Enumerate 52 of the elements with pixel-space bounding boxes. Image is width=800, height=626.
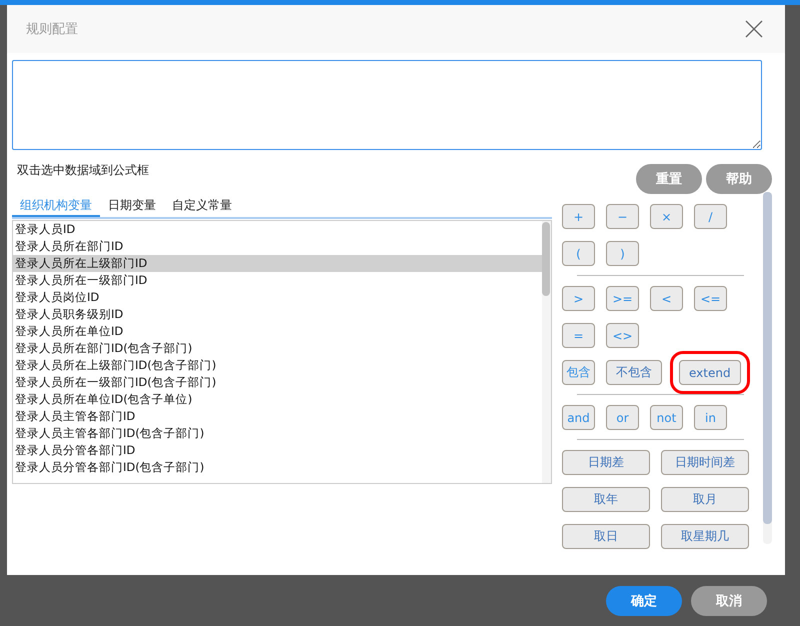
operator-button[interactable]: 日期差: [562, 450, 650, 475]
operator-button[interactable]: 取日: [562, 524, 650, 549]
scrollbar-thumb[interactable]: [542, 222, 550, 296]
list-item[interactable]: 登录人员所在上级部门ID: [13, 255, 542, 272]
list-item[interactable]: 登录人员所在单位ID(包含子单位): [13, 391, 542, 408]
list-item[interactable]: 登录人员所在一级部门ID(包含子部门): [13, 374, 542, 391]
operator-button[interactable]: <>: [606, 323, 639, 348]
list-item[interactable]: 登录人员分管各部门ID: [13, 442, 542, 459]
list-item[interactable]: 登录人员岗位ID: [13, 289, 542, 306]
list-item[interactable]: 登录人员所在一级部门ID: [13, 272, 542, 289]
tab[interactable]: 日期变量: [100, 196, 164, 217]
list-item[interactable]: 登录人员主管各部门ID: [13, 408, 542, 425]
list-item[interactable]: 登录人员所在部门ID: [13, 238, 542, 255]
list-item[interactable]: 登录人员分管各部门ID(包含子部门): [13, 459, 542, 476]
operator-button[interactable]: ): [606, 241, 639, 266]
operator-button[interactable]: =: [562, 323, 595, 348]
operator-button[interactable]: 取年: [562, 487, 650, 512]
operator-button[interactable]: 包含: [562, 360, 595, 385]
operator-button[interactable]: or: [606, 405, 639, 430]
operator-button[interactable]: 取星期几: [661, 524, 749, 549]
list-item[interactable]: 登录人员所在部门ID(包含子部门): [13, 340, 542, 357]
formula-field[interactable]: [12, 60, 762, 150]
hint-text: 双击选中数据域到公式框: [17, 162, 149, 179]
operator-button[interactable]: not: [650, 405, 683, 430]
footer-button[interactable]: 取消: [691, 586, 767, 616]
operator-button[interactable]: and: [562, 405, 595, 430]
list-item[interactable]: 登录人员主管各部门ID(包含子部门): [13, 425, 542, 442]
scrollbar-thumb[interactable]: [763, 192, 772, 524]
operator-button[interactable]: >: [562, 286, 595, 311]
tab[interactable]: 组织机构变量: [12, 196, 100, 217]
operator-button[interactable]: 不包含: [606, 360, 662, 385]
list-item[interactable]: 登录人员职务级别ID: [13, 306, 542, 323]
operator-button[interactable]: /: [694, 204, 727, 229]
operator-button[interactable]: in: [694, 405, 727, 430]
operator-button[interactable]: (: [562, 241, 595, 266]
footer-button[interactable]: 确定: [606, 586, 682, 616]
operator-button[interactable]: <: [650, 286, 683, 311]
tool-button[interactable]: 重置: [636, 164, 702, 194]
tab[interactable]: 自定义常量: [164, 196, 240, 217]
operator-button[interactable]: <=: [694, 286, 727, 311]
operator-button[interactable]: 取月: [661, 487, 749, 512]
operator-button[interactable]: ×: [650, 204, 683, 229]
operator-button[interactable]: −: [606, 204, 639, 229]
operator-button[interactable]: 日期时间差: [661, 450, 749, 475]
operator-button[interactable]: >=: [606, 286, 639, 311]
close-icon[interactable]: [745, 20, 763, 38]
list-item[interactable]: 登录人员所在上级部门ID(包含子部门): [13, 357, 542, 374]
list-item[interactable]: 登录人员ID: [13, 221, 542, 238]
tool-button[interactable]: 帮助: [706, 164, 772, 194]
operator-button[interactable]: +: [562, 204, 595, 229]
list-item[interactable]: 登录人员所在单位ID: [13, 323, 542, 340]
dialog-title: 规则配置: [26, 21, 78, 38]
